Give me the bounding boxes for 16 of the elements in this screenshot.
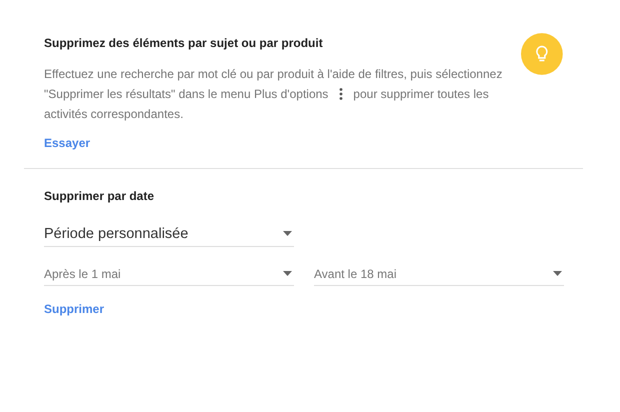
description-text: "Supprimer les résultats" dans le menu Plus d'options xyxy=(44,86,328,103)
dropdown-arrow-icon xyxy=(553,271,562,276)
lightbulb-icon xyxy=(521,33,563,75)
start-date-dropdown[interactable]: Après le 1 mai xyxy=(44,262,294,286)
try-link[interactable]: Essayer xyxy=(44,136,90,150)
end-date-dropdown[interactable]: Avant le 18 mai xyxy=(314,262,564,286)
description-text: pour supprimer toutes les xyxy=(353,86,489,103)
delete-link[interactable]: Supprimer xyxy=(44,302,104,316)
period-dropdown[interactable]: Période personnalisée xyxy=(44,221,294,247)
dropdown-arrow-icon xyxy=(283,231,292,236)
more-options-icon xyxy=(339,88,344,100)
description-text: activités correspondantes. xyxy=(44,106,184,123)
section-title: Supprimer par date xyxy=(44,189,156,203)
section-title: Supprimez des éléments par sujet ou par produit xyxy=(44,36,324,50)
dropdown-arrow-icon xyxy=(283,271,292,276)
description-text: Effectuez une recherche par mot clé ou par produit à l'aide de filtres, puis sélectionnez xyxy=(44,66,502,83)
